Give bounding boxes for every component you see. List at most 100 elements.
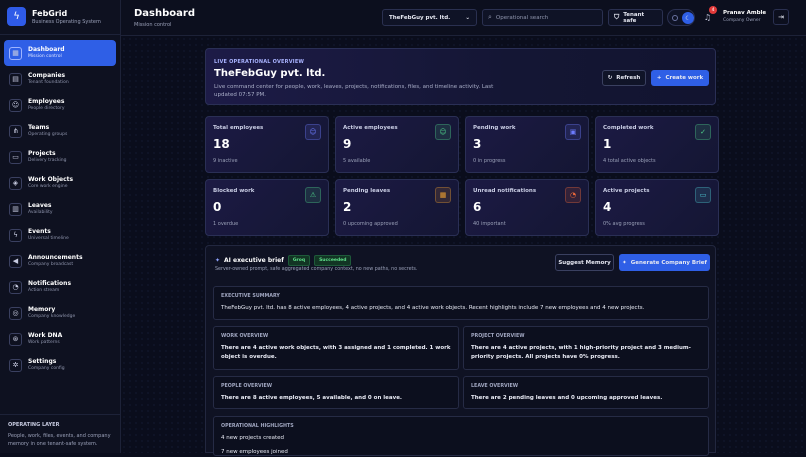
- logout-button[interactable]: ⇥: [773, 9, 789, 25]
- bell-icon: ◔: [9, 280, 22, 294]
- tenant-safe-label: Tenant safe: [623, 11, 645, 24]
- search-input[interactable]: [495, 14, 596, 21]
- operational-highlights-card: OPERATIONAL HIGHLIGHTS 4 new projects cr…: [213, 416, 709, 456]
- sidebar-item-settings[interactable]: ✲ Settings Company config: [4, 352, 116, 378]
- refresh-icon: ↻: [607, 75, 613, 81]
- sidebar-item-sub: Company config: [28, 366, 65, 371]
- calendar-icon: ▦: [435, 187, 451, 203]
- sidebar-item-projects[interactable]: ▭ Projects Delivery tracking: [4, 144, 116, 170]
- megaphone-icon: ◀: [9, 254, 22, 268]
- brand-tagline: Business Operating System: [32, 18, 101, 25]
- folder-icon: ▭: [695, 187, 711, 203]
- sidebar-item-notifications[interactable]: ◔ Notifications Action stream: [4, 274, 116, 300]
- ai-brief-title: AI executive brief: [224, 257, 284, 264]
- sidebar-item-companies[interactable]: ▤ Companies Tenant foundation: [4, 66, 116, 92]
- company-select[interactable]: TheFebGuy pvt. ltd. ⌄: [382, 9, 477, 26]
- notification-badge: 4: [709, 6, 717, 14]
- stat-label: Total employees: [213, 125, 264, 131]
- stat-sub: 0% avg progress: [603, 221, 645, 227]
- sidebar-item-employees[interactable]: ☺ Employees People directory: [4, 92, 116, 118]
- sidebar-item-label: Notifications: [28, 280, 72, 287]
- network-icon: ⋔: [9, 124, 22, 138]
- sidebar-item-sub: Delivery tracking: [28, 158, 67, 163]
- folder-icon: ▭: [9, 150, 22, 164]
- stat-sub: 0 in progress: [473, 158, 506, 164]
- hero-tag: LIVE OPERATIONAL OVERVIEW: [214, 59, 305, 65]
- highlight-item: 4 new projects created: [221, 435, 285, 441]
- stat-value: 3: [473, 137, 482, 151]
- sidebar-item-sub: Work patterns: [28, 340, 60, 345]
- sidebar-divider: [0, 34, 121, 35]
- bolt-icon: ϟ: [9, 228, 22, 242]
- stat-card-total-employees: Total employees 18 9 inactive ☺: [205, 116, 329, 173]
- theme-toggle[interactable]: ☾: [667, 9, 695, 26]
- bell-icon: ◔: [565, 187, 581, 203]
- search-box[interactable]: ⌕: [482, 9, 603, 26]
- sidebar-item-work-dna[interactable]: ⊛ Work DNA Work patterns: [4, 326, 116, 352]
- card-body: There are 4 active work objects, with 3 …: [221, 345, 451, 360]
- stat-sub: 5 available: [343, 158, 371, 164]
- project-overview-card: PROJECT OVERVIEW There are 4 active proj…: [463, 326, 709, 370]
- card-body: There are 8 active employees, 5 availabl…: [221, 395, 403, 401]
- sidebar-item-sub: Company knowledge: [28, 314, 76, 319]
- sidebar-item-sub: Universal timeline: [28, 236, 69, 241]
- sidebar-item-teams[interactable]: ⋔ Teams Operating groups: [4, 118, 116, 144]
- create-work-button[interactable]: + Create work: [651, 70, 709, 86]
- sidebar-item-work-objects[interactable]: ◈ Work Objects Core work engine: [4, 170, 116, 196]
- card-heading: EXECUTIVE SUMMARY: [221, 294, 280, 299]
- stat-label: Active projects: [603, 188, 650, 194]
- main-content: Dashboard Mission control TheFebGuy pvt.…: [121, 0, 806, 456]
- users-icon: ☺: [435, 124, 451, 140]
- stat-card-pending-leaves: Pending leaves 2 0 upcoming approved ▦: [335, 179, 459, 236]
- sun-icon: [672, 15, 678, 21]
- sidebar-footer-text: People, work, files, events, and company…: [8, 433, 111, 447]
- user-profile[interactable]: Pranav Amble Company Owner: [723, 10, 766, 23]
- stat-card-pending-work: Pending work 3 0 in progress ▣: [465, 116, 589, 173]
- sidebar-footer: OPERATING LAYER People, work, files, eve…: [0, 414, 121, 455]
- sidebar-item-label: Memory: [28, 306, 56, 313]
- sidebar-item-dashboard[interactable]: ▦ Dashboard Mission control: [4, 40, 116, 66]
- sidebar-item-announcements[interactable]: ◀ Announcements Company broadcast: [4, 248, 116, 274]
- generate-brief-button[interactable]: ✦ Generate Company Brief: [619, 254, 710, 271]
- stat-sub: 4 total active objects: [603, 158, 656, 164]
- briefcase-icon: ▣: [565, 124, 581, 140]
- generate-brief-label: Generate Company Brief: [630, 259, 707, 266]
- users-icon: ☺: [305, 124, 321, 140]
- sidebar: ϟ FebGrid Business Operating System ▦ Das…: [0, 0, 121, 453]
- card-body: There are 2 pending leaves and 0 upcomin…: [471, 395, 663, 401]
- sidebar-footer-heading: OPERATING LAYER: [8, 422, 60, 428]
- sidebar-item-label: Projects: [28, 150, 56, 157]
- hero-company-name: TheFebGuy pvt. ltd.: [214, 68, 326, 79]
- building-icon: ▤: [9, 72, 22, 86]
- brand[interactable]: ϟ FebGrid Business Operating System: [7, 7, 101, 26]
- check-circle-icon: ✓: [695, 124, 711, 140]
- sidebar-item-label: Events: [28, 228, 51, 235]
- sidebar-item-label: Leaves: [28, 202, 52, 209]
- grid-icon: ▦: [9, 46, 22, 60]
- sidebar-item-label: Teams: [28, 124, 50, 131]
- sidebar-item-sub: Core work engine: [28, 184, 68, 189]
- tenant-safe-button[interactable]: ⛉ Tenant safe: [608, 9, 663, 26]
- dna-icon: ⊛: [9, 332, 22, 346]
- sidebar-item-sub: Availability: [28, 210, 53, 215]
- user-name: Pranav Amble: [723, 10, 767, 16]
- work-overview-card: WORK OVERVIEW There are 4 active work ob…: [213, 326, 459, 370]
- sparkle-icon: ✦: [215, 257, 221, 264]
- stat-label: Active employees: [343, 125, 398, 131]
- shield-icon: ⛉: [614, 13, 620, 21]
- sidebar-item-leaves[interactable]: ▥ Leaves Availability: [4, 196, 116, 222]
- chevron-down-icon: ⌄: [465, 14, 470, 21]
- sidebar-item-memory[interactable]: ◎ Memory Company knowledge: [4, 300, 116, 326]
- suggest-memory-button[interactable]: Suggest Memory: [555, 254, 614, 271]
- users-icon: ☺: [9, 98, 22, 112]
- ai-brief-header: ✦ AI executive brief Groq Succeeded: [215, 255, 352, 266]
- plus-icon: +: [656, 75, 662, 81]
- sidebar-item-label: Work Objects: [28, 176, 74, 183]
- card-heading: LEAVE OVERVIEW: [471, 384, 519, 389]
- sidebar-item-events[interactable]: ϟ Events Universal timeline: [4, 222, 116, 248]
- logo-icon: ϟ: [7, 7, 26, 26]
- stat-card-blocked-work: Blocked work 0 1 overdue ⚠: [205, 179, 329, 236]
- brand-name: FebGrid: [32, 8, 68, 18]
- refresh-button[interactable]: ↻ Refresh: [602, 70, 646, 86]
- stat-card-active-projects: Active projects 4 0% avg progress ▭: [595, 179, 719, 236]
